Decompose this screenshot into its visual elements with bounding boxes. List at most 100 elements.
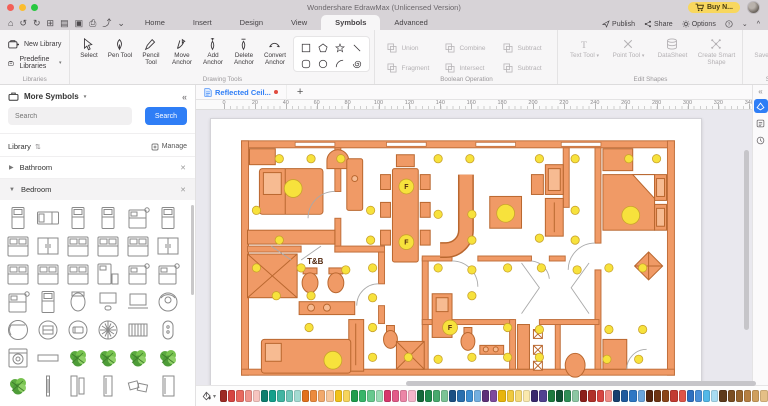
- canvas-viewport[interactable]: F F F T&B: [196, 110, 752, 385]
- symbol-plant-1[interactable]: [63, 344, 93, 372]
- tool-pencil-tool[interactable]: Pencil Tool: [136, 36, 165, 72]
- horizontal-scrollbar[interactable]: [406, 381, 756, 386]
- symbol-bed-corner[interactable]: [93, 260, 123, 288]
- collapse-panel-button[interactable]: ^: [757, 21, 760, 28]
- color-swatch[interactable]: [416, 390, 424, 402]
- ceiling-light[interactable]: [366, 205, 376, 215]
- section-bathroom[interactable]: ▶ Bathroom ✕: [0, 156, 195, 178]
- ceiling-light[interactable]: [366, 235, 376, 245]
- symbol-desk-monitor[interactable]: [93, 288, 123, 316]
- collapse-right-panel-icon[interactable]: «: [753, 85, 768, 96]
- shape-star-icon[interactable]: [332, 40, 348, 55]
- symbol-wardrobe-2[interactable]: [153, 232, 183, 260]
- symbol-double-bed[interactable]: [3, 232, 33, 260]
- ceiling-light[interactable]: [638, 263, 648, 273]
- color-swatch[interactable]: [613, 390, 621, 402]
- color-swatch[interactable]: [572, 390, 580, 402]
- color-swatch[interactable]: [670, 390, 678, 402]
- color-swatch[interactable]: [653, 390, 662, 402]
- color-swatch[interactable]: [220, 390, 228, 402]
- symbol-single-bed-4[interactable]: [153, 204, 183, 232]
- ceiling-light-large[interactable]: [496, 203, 515, 223]
- color-swatch[interactable]: [400, 390, 408, 402]
- new-document-icon[interactable]: ⊞: [47, 19, 55, 28]
- ceiling-light[interactable]: [651, 154, 662, 164]
- manage-button[interactable]: Manage: [151, 143, 187, 151]
- symbol-folding-chairs[interactable]: [123, 372, 153, 400]
- color-swatch[interactable]: [326, 390, 334, 402]
- tab-home[interactable]: Home: [131, 15, 179, 30]
- tool-select[interactable]: Select: [74, 36, 103, 72]
- ceiling-light[interactable]: [638, 324, 648, 335]
- color-swatch[interactable]: [588, 390, 596, 402]
- color-swatch[interactable]: [514, 390, 522, 402]
- color-swatch[interactable]: [645, 390, 653, 402]
- sidebar-scrollbar[interactable]: [191, 205, 194, 295]
- collapse-ribbon-icon[interactable]: ⌄: [117, 19, 125, 28]
- predefine-libraries-button[interactable]: Predefine Libraries ▾: [4, 53, 65, 73]
- color-swatch[interactable]: [334, 390, 342, 402]
- color-swatch[interactable]: [744, 390, 752, 402]
- ceiling-light[interactable]: [534, 233, 544, 243]
- ceiling-light[interactable]: [271, 291, 281, 301]
- color-swatch[interactable]: [621, 390, 629, 402]
- options-button[interactable]: Options: [682, 20, 716, 28]
- text-tool-button[interactable]: T Text Tool ▾: [562, 36, 606, 66]
- tool-pen-tool[interactable]: Pen Tool: [105, 36, 134, 72]
- color-swatch[interactable]: [285, 390, 293, 402]
- sort-icon[interactable]: ⇅: [35, 143, 41, 151]
- color-swatch[interactable]: [293, 390, 301, 402]
- color-swatch[interactable]: [408, 390, 416, 402]
- color-swatch[interactable]: [244, 390, 252, 402]
- boolean-subtract-button[interactable]: Subtract: [495, 58, 553, 78]
- datasheet-button[interactable]: DataSheet: [650, 36, 694, 66]
- tool-delete-anchor[interactable]: Delete Anchor: [229, 36, 258, 72]
- ceiling-light[interactable]: [534, 352, 544, 362]
- export-icon[interactable]: ⤴: [102, 19, 111, 28]
- symbol-mirror[interactable]: [93, 372, 123, 400]
- shape-rounded-square-icon[interactable]: [298, 56, 314, 71]
- color-swatch[interactable]: [555, 390, 563, 402]
- drawing-page[interactable]: F F F T&B: [210, 118, 702, 385]
- boolean-combine-button[interactable]: Combine: [437, 38, 495, 58]
- more-symbols-header[interactable]: More Symbols ▾ «: [0, 85, 195, 107]
- floor-plan[interactable]: F F F T&B: [211, 119, 701, 385]
- ceiling-light[interactable]: [306, 291, 316, 301]
- symbol-drum-table[interactable]: [33, 316, 63, 344]
- close-section-icon[interactable]: ✕: [180, 164, 186, 172]
- symbol-washer[interactable]: [3, 344, 33, 372]
- color-swatch[interactable]: [686, 390, 694, 402]
- symbol-double-bed-6[interactable]: [33, 260, 63, 288]
- ceiling-light[interactable]: [467, 352, 477, 362]
- search-button[interactable]: Search: [144, 107, 187, 125]
- symbol-single-bed-2[interactable]: [63, 204, 93, 232]
- color-swatch[interactable]: [752, 390, 760, 402]
- ceiling-light-large[interactable]: [621, 205, 641, 225]
- color-swatch[interactable]: [678, 390, 686, 402]
- color-swatch[interactable]: [269, 390, 277, 402]
- shape-spiral-icon[interactable]: [349, 56, 365, 71]
- color-swatch[interactable]: [465, 390, 473, 402]
- symbol-screen-panel[interactable]: [33, 372, 63, 400]
- point-tool-button[interactable]: Point Tool ▾: [606, 36, 650, 66]
- symbol-dressing-table[interactable]: [63, 288, 93, 316]
- ceiling-light[interactable]: [536, 263, 546, 273]
- ceiling-light[interactable]: [368, 322, 378, 333]
- open-icon[interactable]: ▤: [60, 19, 69, 28]
- symbol-plant-2[interactable]: [93, 344, 123, 372]
- ceiling-light[interactable]: [503, 322, 513, 333]
- color-swatch[interactable]: [473, 390, 482, 402]
- ceiling-light[interactable]: [465, 154, 475, 164]
- ceiling-light[interactable]: [251, 263, 262, 273]
- color-swatch[interactable]: [359, 390, 367, 402]
- symbol-round-bed[interactable]: [3, 316, 33, 344]
- ceiling-light[interactable]: [602, 354, 612, 364]
- symbol-robot-vacuum[interactable]: [153, 288, 183, 316]
- symbol-single-bed-3[interactable]: [93, 204, 123, 232]
- symbol-double-bed-3[interactable]: [93, 232, 123, 260]
- color-swatch[interactable]: [711, 390, 719, 402]
- symbol-plant-4[interactable]: [153, 344, 183, 372]
- color-swatch[interactable]: [252, 390, 260, 402]
- color-swatch[interactable]: [629, 390, 637, 402]
- ceiling-light[interactable]: [467, 291, 477, 301]
